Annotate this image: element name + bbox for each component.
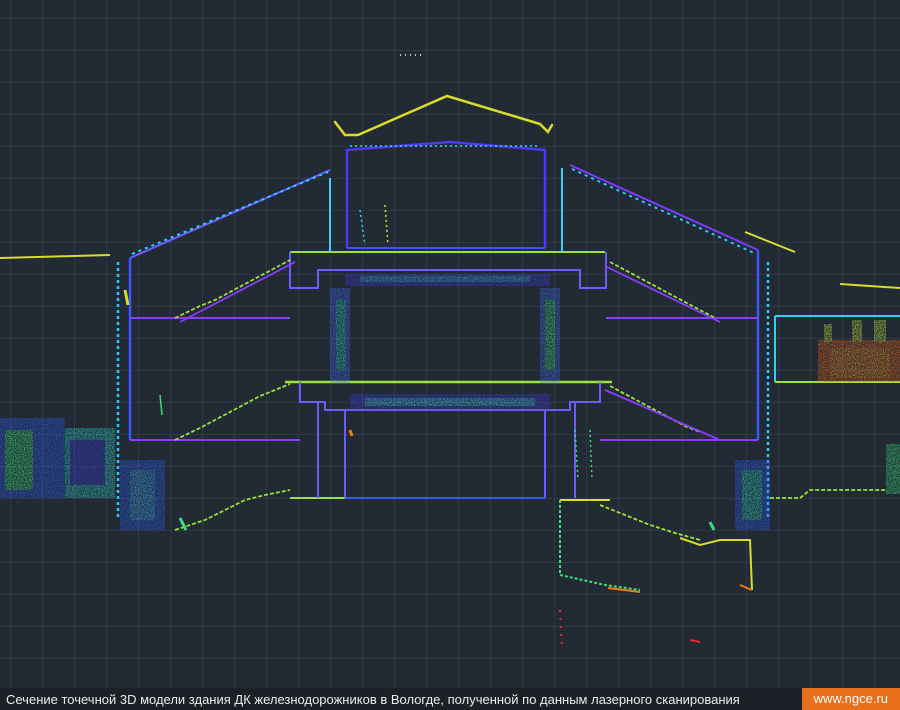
left-adjacent-building — [0, 418, 165, 530]
right-adjacent-building — [735, 315, 900, 530]
point-cloud-section-view — [0, 0, 900, 688]
caption-text: Сечение точечной 3D модели здания ДК жел… — [6, 691, 740, 707]
outer-walls — [116, 250, 770, 520]
caption-bar: Сечение точечной 3D модели здания ДК жел… — [0, 688, 900, 710]
basement — [559, 499, 753, 651]
scatter-detail — [123, 54, 716, 531]
columns — [330, 288, 560, 383]
inner-walls — [317, 168, 576, 498]
building-section-drawing — [0, 54, 900, 651]
site-link-badge[interactable]: www.ngce.ru — [801, 688, 900, 710]
beams — [345, 274, 550, 410]
attic-structure — [345, 140, 547, 249]
floor-slabs — [130, 251, 758, 499]
roof-ridge — [333, 94, 554, 137]
